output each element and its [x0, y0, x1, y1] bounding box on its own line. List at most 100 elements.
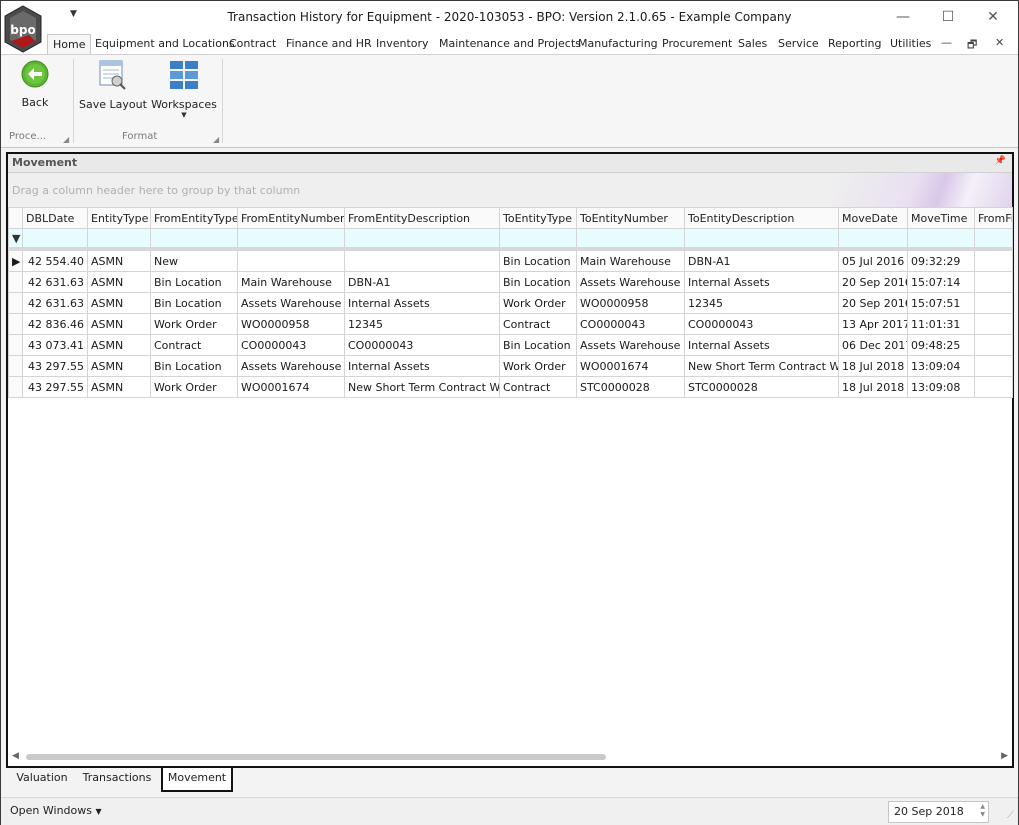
mdi-minimize-button[interactable]: —	[941, 36, 952, 49]
filter-cell[interactable]	[87, 228, 151, 251]
cell-dbldate[interactable]: 42 836.46	[22, 313, 88, 335]
column-header-fromentitytype[interactable]: FromEntityType	[150, 207, 238, 229]
tab-service[interactable]: Service	[778, 34, 819, 54]
cell-entitytype[interactable]: ASMN	[87, 313, 151, 335]
cell-movedate[interactable]: 05 Jul 2016	[838, 248, 908, 272]
cell-dbldate[interactable]: 42 554.40	[22, 248, 88, 272]
group-by-panel[interactable]: Drag a column header here to group by th…	[8, 173, 1012, 207]
cell-toentitynumber[interactable]: Assets Warehouse	[576, 334, 685, 356]
cell-dbldate[interactable]: 43 073.41	[22, 334, 88, 356]
cell-toentitynumber[interactable]: Assets Warehouse	[576, 271, 685, 293]
cell-toentitytype[interactable]: Bin Location	[499, 248, 577, 272]
spin-up-down-icon[interactable]: ▲ ▼	[980, 803, 985, 819]
cell-movetime[interactable]: 15:07:51	[907, 292, 975, 314]
open-windows-menu[interactable]: Open Windows ▼	[10, 804, 102, 817]
cell-toentitytype[interactable]: Work Order	[499, 355, 577, 377]
cell-fromentitydescription[interactable]: 12345	[344, 313, 500, 335]
cell-toentitydescription[interactable]: DBN-A1	[684, 248, 839, 272]
scrollbar-thumb[interactable]	[26, 754, 606, 760]
cell-fromentitytype[interactable]: Work Order	[150, 376, 238, 398]
column-header-toentitynumber[interactable]: ToEntityNumber	[576, 207, 685, 229]
column-header-fromentitydescription[interactable]: FromEntityDescription	[344, 207, 500, 229]
scroll-left-icon[interactable]: ◀	[12, 751, 19, 761]
horizontal-scrollbar[interactable]: ◀ ▶	[8, 750, 1012, 764]
mdi-restore-button[interactable]: 🗗	[967, 36, 977, 55]
filter-cell[interactable]	[838, 228, 908, 251]
cell-dbldate[interactable]: 43 297.55	[22, 376, 88, 398]
filter-cell[interactable]	[22, 228, 88, 251]
cell-movetime[interactable]: 15:07:14	[907, 271, 975, 293]
cell-toentitynumber[interactable]: CO0000043	[576, 313, 685, 335]
cell-fromentitynumber[interactable]: CO0000043	[237, 334, 345, 356]
tab-transactions[interactable]: Transactions	[80, 768, 154, 788]
cell-dbldate[interactable]: 42 631.63	[22, 271, 88, 293]
back-button[interactable]: Back	[15, 59, 55, 109]
cell-movedate[interactable]: 13 Apr 2017	[838, 313, 908, 335]
table-row[interactable]: 43 073.41 ASMN Contract CO0000043 CO0000…	[8, 334, 1013, 356]
cell-toentitydescription[interactable]: Internal Assets	[684, 271, 839, 293]
table-row[interactable]: 43 297.55 ASMN Work Order WO0001674 New …	[8, 376, 1013, 398]
cell-toentitydescription[interactable]: Internal Assets	[684, 334, 839, 356]
tab-procurement[interactable]: Procurement	[662, 34, 732, 54]
cell-toentitynumber[interactable]: WO0001674	[576, 355, 685, 377]
column-header-movedate[interactable]: MoveDate	[838, 207, 908, 229]
cell-toentitydescription[interactable]: STC0000028	[684, 376, 839, 398]
cell-entitytype[interactable]: ASMN	[87, 355, 151, 377]
cell-fromentitydescription[interactable]: Internal Assets	[344, 292, 500, 314]
cell-toentitytype[interactable]: Bin Location	[499, 271, 577, 293]
cell-fromentitytype[interactable]: Bin Location	[150, 355, 238, 377]
cell-fromfi[interactable]	[974, 334, 1013, 356]
cell-toentitydescription[interactable]: 12345	[684, 292, 839, 314]
column-header-movetime[interactable]: MoveTime	[907, 207, 975, 229]
cell-movetime[interactable]: 13:09:04	[907, 355, 975, 377]
filter-cell[interactable]	[907, 228, 975, 251]
cell-toentitytype[interactable]: Work Order	[499, 292, 577, 314]
tab-manufacturing[interactable]: Manufacturing	[578, 34, 658, 54]
filter-cell[interactable]	[576, 228, 685, 251]
filter-cell[interactable]	[684, 228, 839, 251]
tab-inventory[interactable]: Inventory	[376, 34, 429, 54]
tab-home[interactable]: Home	[47, 34, 92, 55]
format-group-launcher-icon[interactable]: ◢	[213, 135, 219, 144]
cell-toentitytype[interactable]: Bin Location	[499, 334, 577, 356]
tab-movement[interactable]: Movement	[161, 766, 233, 792]
app-logo[interactable]: bpo	[3, 5, 43, 53]
tab-maintenance-and-projects[interactable]: Maintenance and Projects	[439, 34, 581, 54]
column-header-dbldate[interactable]: DBLDate	[22, 207, 88, 229]
cell-entitytype[interactable]: ASMN	[87, 292, 151, 314]
cell-fromentitynumber[interactable]: Assets Warehouse	[237, 292, 345, 314]
filter-cell[interactable]	[237, 228, 345, 251]
workspaces-button[interactable]: Workspaces ▼	[151, 59, 217, 119]
filter-cell[interactable]	[499, 228, 577, 251]
cell-fromfi[interactable]	[974, 292, 1013, 314]
cell-fromentitytype[interactable]: Contract	[150, 334, 238, 356]
cell-fromfi[interactable]	[974, 355, 1013, 377]
cell-fromfi[interactable]	[974, 271, 1013, 293]
column-header-fromentitynumber[interactable]: FromEntityNumber	[237, 207, 345, 229]
filter-cell[interactable]	[150, 228, 238, 251]
cell-toentitydescription[interactable]: CO0000043	[684, 313, 839, 335]
scroll-right-icon[interactable]: ▶	[1001, 751, 1008, 761]
tab-sales[interactable]: Sales	[738, 34, 767, 54]
table-row[interactable]: 42 836.46 ASMN Work Order WO0000958 1234…	[8, 313, 1013, 335]
cell-toentitydescription[interactable]: New Short Term Contract WO	[684, 355, 839, 377]
cell-fromentitydescription[interactable]: CO0000043	[344, 334, 500, 356]
table-row[interactable]: 42 631.63 ASMN Bin Location Assets Wareh…	[8, 292, 1013, 314]
tab-finance-and-hr[interactable]: Finance and HR	[286, 34, 372, 54]
tab-utilities[interactable]: Utilities	[890, 34, 931, 54]
cell-fromfi[interactable]	[974, 376, 1013, 398]
mdi-close-button[interactable]: ✕	[995, 36, 1004, 49]
column-header-entitytype[interactable]: EntityType	[87, 207, 151, 229]
cell-toentitynumber[interactable]: WO0000958	[576, 292, 685, 314]
tab-reporting[interactable]: Reporting	[828, 34, 881, 54]
cell-fromentitydescription[interactable]: DBN-A1	[344, 271, 500, 293]
cell-fromentitydescription[interactable]: Internal Assets	[344, 355, 500, 377]
cell-fromentitynumber[interactable]: WO0000958	[237, 313, 345, 335]
cell-movetime[interactable]: 09:48:25	[907, 334, 975, 356]
cell-fromfi[interactable]	[974, 248, 1013, 272]
cell-fromentitynumber[interactable]: WO0001674	[237, 376, 345, 398]
cell-entitytype[interactable]: ASMN	[87, 334, 151, 356]
column-header-fromfi[interactable]: FromFi	[974, 207, 1013, 229]
cell-movedate[interactable]: 20 Sep 2016	[838, 271, 908, 293]
tab-valuation[interactable]: Valuation	[14, 768, 70, 788]
